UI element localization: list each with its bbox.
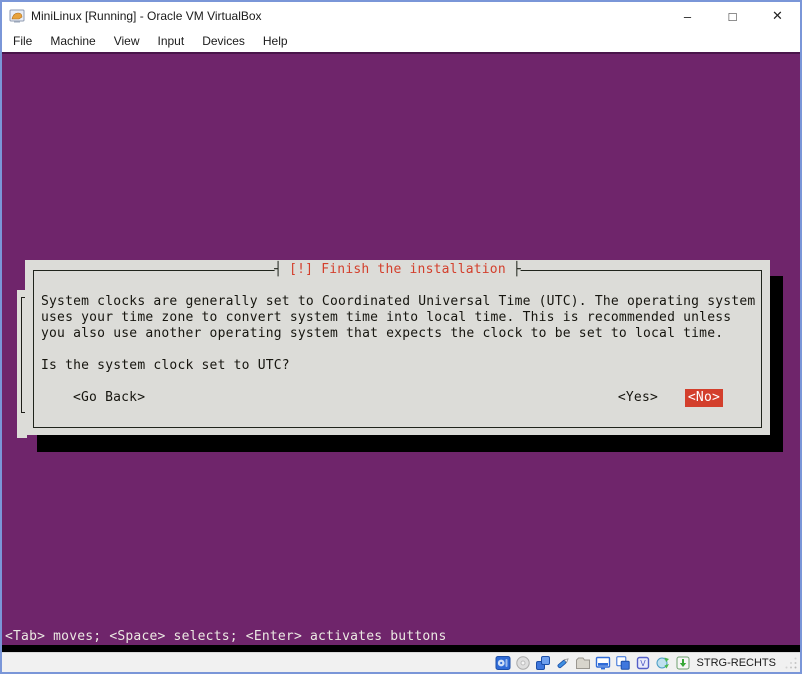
title-bar[interactable]: MiniLinux [Running] - Oracle VM VirtualB… bbox=[2, 2, 800, 30]
console-bottom-strip bbox=[2, 645, 800, 652]
minimize-button[interactable]: – bbox=[665, 2, 710, 30]
menu-bar: File Machine View Input Devices Help bbox=[2, 30, 800, 52]
dialog-title-text: [!] Finish the installation bbox=[289, 262, 506, 277]
go-back-button[interactable]: <Go Back> bbox=[73, 390, 145, 406]
menu-input[interactable]: Input bbox=[149, 31, 194, 51]
maximize-button[interactable]: □ bbox=[710, 2, 755, 30]
menu-view[interactable]: View bbox=[105, 31, 149, 51]
dialog-body-line: uses your time zone to convert system ti… bbox=[41, 310, 731, 326]
dialog-title: ┤ [!] Finish the installation ├ bbox=[274, 262, 521, 278]
status-bar: V STRG-RECHTS bbox=[2, 652, 800, 672]
dialog-body-line: you also use another operating system th… bbox=[41, 326, 723, 342]
vm-app-icon bbox=[9, 8, 25, 24]
display-icon[interactable] bbox=[595, 655, 611, 671]
dialog-shadow bbox=[770, 276, 783, 452]
hard-disk-icon[interactable] bbox=[495, 655, 511, 671]
resize-grip[interactable] bbox=[785, 657, 798, 670]
close-button[interactable]: ✕ bbox=[755, 2, 800, 30]
window-title: MiniLinux [Running] - Oracle VM VirtualB… bbox=[31, 9, 262, 23]
no-button[interactable]: <No> bbox=[685, 389, 723, 407]
dialog-body-line: System clocks are generally set to Coord… bbox=[41, 294, 755, 310]
menu-help[interactable]: Help bbox=[254, 31, 297, 51]
title-decor-left: ┤ bbox=[274, 262, 282, 277]
menu-file[interactable]: File bbox=[4, 31, 41, 51]
network-icon[interactable] bbox=[535, 655, 551, 671]
keyboard-help-line: <Tab> moves; <Space> selects; <Enter> ac… bbox=[5, 629, 446, 644]
mouse-integration-icon[interactable] bbox=[655, 655, 671, 671]
svg-text:V: V bbox=[640, 659, 646, 668]
menu-machine[interactable]: Machine bbox=[41, 31, 104, 51]
installer-dialog: ┤ [!] Finish the installation ├ System clo… bbox=[25, 260, 770, 435]
video-capture-icon[interactable] bbox=[615, 655, 631, 671]
optical-disc-icon[interactable] bbox=[515, 655, 531, 671]
menu-devices[interactable]: Devices bbox=[193, 31, 254, 51]
host-key-label: STRG-RECHTS bbox=[697, 657, 776, 669]
title-decor-right: ├ bbox=[513, 262, 521, 277]
dialog-shadow bbox=[37, 435, 783, 452]
keyboard-icon[interactable] bbox=[675, 655, 691, 671]
status-icons: V bbox=[495, 655, 691, 671]
shared-folders-icon[interactable] bbox=[575, 655, 591, 671]
virtualbox-window: MiniLinux [Running] - Oracle VM VirtualB… bbox=[0, 0, 802, 674]
usb-icon[interactable] bbox=[555, 655, 571, 671]
features-chip-icon[interactable]: V bbox=[635, 655, 651, 671]
vm-console-screen[interactable]: ┤ [!] Finish the installation ├ System clo… bbox=[2, 52, 800, 652]
yes-button[interactable]: <Yes> bbox=[618, 390, 658, 406]
dialog-question: Is the system clock set to UTC? bbox=[41, 358, 290, 374]
